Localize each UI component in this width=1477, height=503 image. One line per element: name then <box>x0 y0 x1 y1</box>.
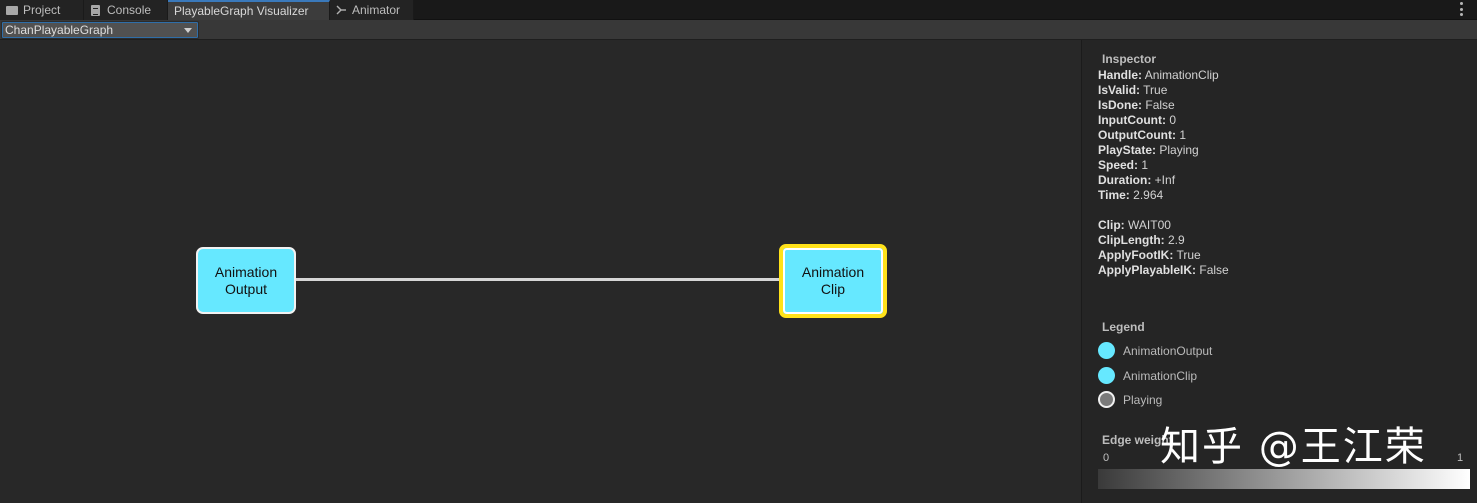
node-label: Animation Clip <box>801 264 865 297</box>
prop-cliplength: ClipLength: 2.9 <box>1098 233 1185 247</box>
legend-item-animation-clip: AnimationClip <box>1098 367 1197 384</box>
tab-label: PlayableGraph Visualizer <box>174 4 309 18</box>
node-animation-output[interactable]: Animation Output <box>196 247 296 314</box>
edge-weight-min: 0 <box>1103 452 1110 464</box>
prop-time: Time: 2.964 <box>1098 188 1164 202</box>
legend-item-animation-output: AnimationOutput <box>1098 342 1212 359</box>
legend-item-playing: Playing <box>1098 391 1162 408</box>
chevron-down-icon <box>184 28 192 33</box>
prop-applyfootik: ApplyFootIK: True <box>1098 248 1201 262</box>
prop-handle: Handle: AnimationClip <box>1098 68 1219 82</box>
tab-label: Project <box>23 3 61 17</box>
legend-swatch <box>1098 391 1115 408</box>
toolbar: ChanPlayableGraph <box>0 20 1477 40</box>
legend-swatch <box>1098 342 1115 359</box>
console-icon <box>90 5 102 16</box>
graph-select-dropdown[interactable]: ChanPlayableGraph <box>1 21 199 39</box>
prop-clip: Clip: WAIT00 <box>1098 218 1171 232</box>
prop-applyplayableik: ApplyPlayableIK: False <box>1098 263 1229 277</box>
tab-project[interactable]: Project <box>0 0 84 20</box>
animator-icon <box>336 5 347 15</box>
legend-swatch <box>1098 367 1115 384</box>
legend-label: Playing <box>1123 392 1163 407</box>
tab-playablegraph-visualizer[interactable]: PlayableGraph Visualizer <box>168 0 330 20</box>
folder-icon <box>6 5 18 15</box>
tab-label: Console <box>107 3 152 17</box>
graph-select-value: ChanPlayableGraph <box>5 23 114 37</box>
graph-canvas[interactable]: Animation Output Animation Clip <box>0 40 1081 503</box>
graph-edge <box>296 278 780 281</box>
prop-playstate: PlayState: Playing <box>1098 143 1199 157</box>
prop-duration: Duration: +Inf <box>1098 173 1176 187</box>
tab-label: Animator <box>352 3 401 17</box>
playable-graph-visualizer-window: Project Console PlayableGraph Visualizer… <box>0 0 1477 503</box>
tab-console[interactable]: Console <box>84 0 168 20</box>
legend-label: AnimationClip <box>1123 368 1198 383</box>
tab-animator[interactable]: Animator <box>330 0 414 20</box>
edge-weight-max: 1 <box>1457 452 1464 464</box>
tab-bar: Project Console PlayableGraph Visualizer… <box>0 0 1477 20</box>
prop-isdone: IsDone: False <box>1098 98 1175 112</box>
inspector-properties: Handle: AnimationClip IsValid: True IsDo… <box>1098 68 1229 278</box>
inspector-title: Inspector <box>1102 52 1157 66</box>
watermark: 知乎 @王江荣 <box>1160 424 1427 470</box>
node-animation-clip[interactable]: Animation Clip <box>779 244 887 318</box>
edge-weight-gradient <box>1098 469 1470 489</box>
window-menu-icon[interactable] <box>1460 2 1463 16</box>
prop-isvalid: IsValid: True <box>1098 83 1168 97</box>
legend-title: Legend <box>1102 320 1145 334</box>
prop-outputcount: OutputCount: 1 <box>1098 128 1186 142</box>
prop-inputcount: InputCount: 0 <box>1098 113 1176 127</box>
prop-speed: Speed: 1 <box>1098 158 1149 172</box>
legend-label: AnimationOutput <box>1123 343 1213 358</box>
node-label: Animation Output <box>214 263 278 297</box>
